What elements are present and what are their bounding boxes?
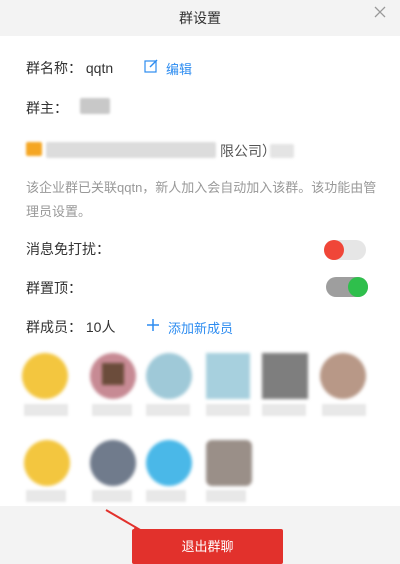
member-name-redacted	[322, 404, 366, 416]
members-row: 群成员： 10人	[26, 317, 115, 337]
close-icon[interactable]	[370, 2, 390, 22]
group-name-value: qqtn	[85, 60, 114, 76]
pin-toggle-knob	[348, 277, 368, 297]
member-avatar[interactable]	[22, 353, 68, 399]
title-bar: 群设置	[0, 0, 400, 36]
edit-name-link[interactable]: 编辑	[166, 59, 192, 78]
member-name-redacted	[262, 404, 306, 416]
pin-label: 群置顶：	[26, 280, 82, 296]
member-name-redacted	[146, 490, 186, 502]
mute-toggle-knob	[324, 240, 344, 260]
member-avatar[interactable]	[206, 440, 252, 486]
member-name-redacted	[24, 404, 68, 416]
add-icon[interactable]	[146, 318, 160, 332]
member-name-redacted	[92, 404, 132, 416]
company-name-suffix: 限公司）	[220, 143, 276, 159]
group-name-label: 群名称：	[26, 60, 82, 76]
settings-panel: 群名称： qqtn 编辑 群主： 限公司） 该企业群已关联qqtn，新人加入会自…	[8, 36, 392, 506]
member-name-redacted	[146, 404, 190, 416]
owner-label: 群主：	[26, 100, 68, 116]
enterprise-badge-icon	[26, 142, 42, 156]
enterprise-group-description: 该企业群已关联qqtn，新人加入会自动加入该群。该功能由管理员设置。	[26, 180, 377, 219]
owner-name-redacted	[80, 98, 110, 114]
member-avatar[interactable]	[320, 353, 366, 399]
member-avatar[interactable]	[206, 353, 250, 399]
member-avatar[interactable]	[24, 440, 70, 486]
member-avatar[interactable]	[146, 353, 192, 399]
member-avatar[interactable]	[146, 440, 192, 486]
mute-toggle[interactable]	[324, 240, 366, 260]
exit-group-button[interactable]: 退出群聊	[132, 529, 283, 564]
company-name-redacted	[46, 142, 216, 158]
members-label: 群成员：	[26, 319, 82, 335]
members-count: 10人	[85, 319, 116, 335]
member-avatar[interactable]	[90, 353, 136, 399]
member-name-redacted	[92, 490, 132, 502]
window-title: 群设置	[179, 10, 221, 26]
member-name-redacted	[206, 490, 246, 502]
add-member-link[interactable]: 添加新成员	[168, 318, 233, 337]
member-avatar[interactable]	[262, 353, 308, 399]
company-name-redacted-tail	[270, 144, 294, 158]
member-name-redacted	[26, 490, 66, 502]
group-name-row: 群名称： qqtn	[26, 58, 113, 78]
member-name-redacted	[206, 404, 250, 416]
edit-icon[interactable]	[144, 59, 158, 73]
member-avatar[interactable]	[90, 440, 136, 486]
pin-toggle[interactable]	[326, 277, 368, 297]
mute-label: 消息免打扰：	[26, 241, 110, 257]
